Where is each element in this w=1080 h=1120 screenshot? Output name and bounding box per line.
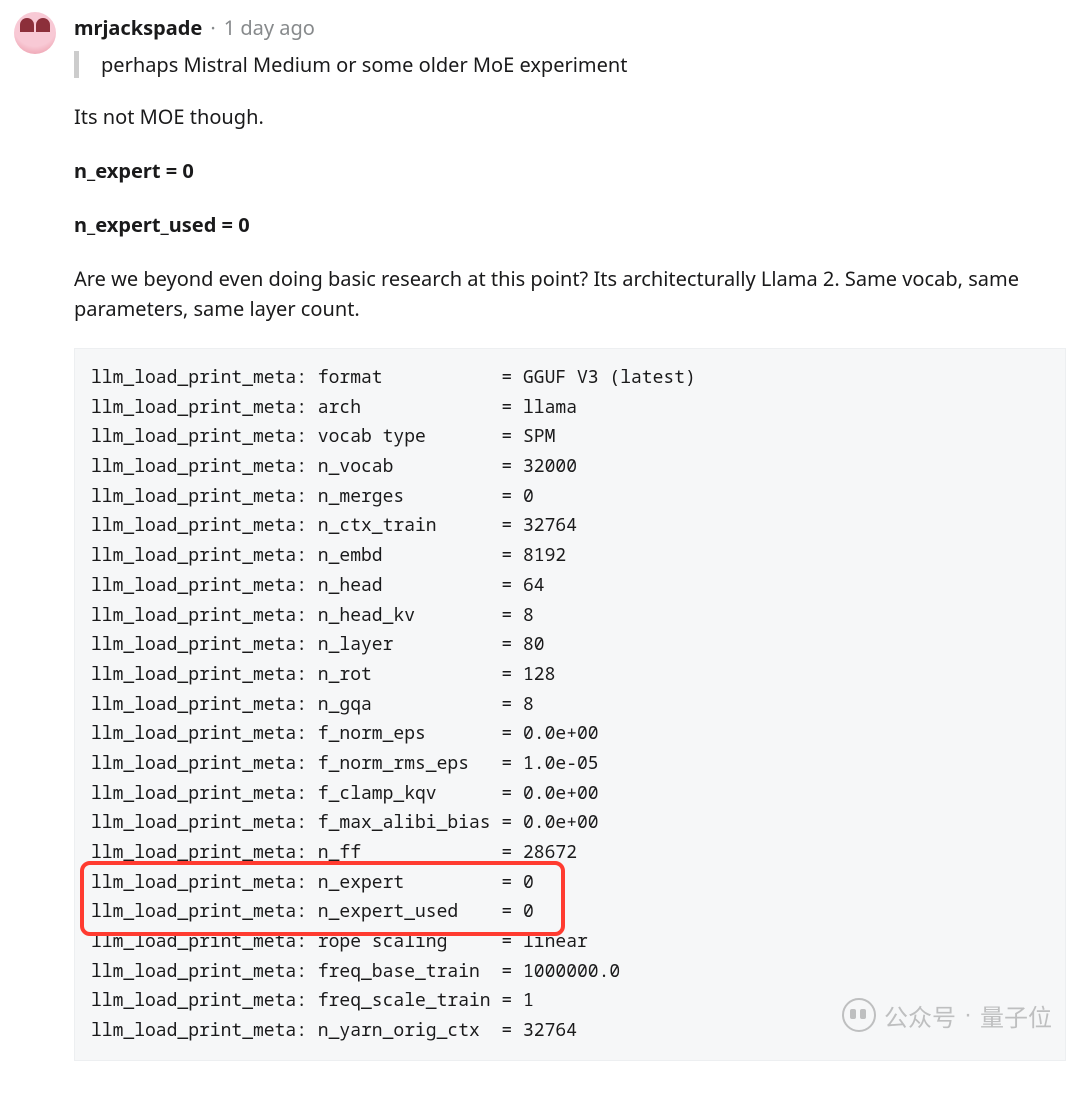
comment-body: mrjackspade · 1 day ago perhaps Mistral … [74, 8, 1066, 1061]
avatar[interactable] [14, 12, 56, 54]
code-block: llm_load_print_meta: format = GGUF V3 (l… [74, 348, 1066, 1061]
code-block-wrapper: llm_load_print_meta: format = GGUF V3 (l… [74, 348, 1066, 1061]
n-expert-line: n_expert = 0 [74, 156, 1066, 186]
timestamp: 1 day ago [224, 14, 315, 41]
quoted-text: perhaps Mistral Medium or some older MoE… [74, 51, 1066, 78]
author-link[interactable]: mrjackspade [74, 14, 202, 41]
n-expert-used-line: n_expert_used = 0 [74, 210, 1066, 240]
body-paragraph: Are we beyond even doing basic research … [74, 264, 1066, 324]
comment-meta: mrjackspade · 1 day ago [74, 14, 1066, 41]
quote-content: perhaps Mistral Medium or some older MoE… [101, 51, 627, 78]
comment: mrjackspade · 1 day ago perhaps Mistral … [0, 0, 1080, 1069]
body-paragraph: Its not MOE though. [74, 102, 1066, 132]
meta-separator: · [210, 14, 215, 41]
